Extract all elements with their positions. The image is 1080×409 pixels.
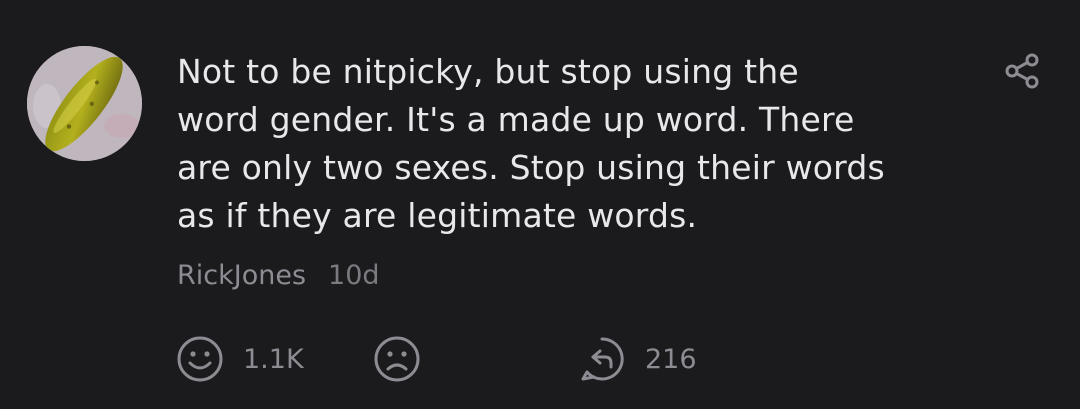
comment-body: Not to be nitpicky, but stop using the w… <box>177 48 977 240</box>
comment-line: Not to be nitpicky, but stop using the <box>177 52 799 91</box>
comment-meta: RickJones 10d <box>177 258 380 294</box>
dislike-button[interactable] <box>373 334 421 384</box>
avatar[interactable] <box>27 46 142 161</box>
timestamp: 10d <box>328 260 380 291</box>
frown-icon <box>373 335 421 383</box>
reply-icon <box>578 335 626 383</box>
pickle-avatar-icon <box>27 46 142 161</box>
share-button[interactable] <box>1004 52 1042 90</box>
reply-button[interactable]: 216 <box>578 334 697 384</box>
share-icon <box>1005 53 1039 89</box>
reply-count: 216 <box>645 343 697 375</box>
like-count: 1.1K <box>243 343 304 375</box>
comment-line: word gender. It's a made up word. There <box>177 100 855 139</box>
smile-icon <box>176 335 224 383</box>
author-name[interactable]: RickJones <box>177 260 306 291</box>
comment-line: as if they are legitimate words. <box>177 196 698 235</box>
like-button[interactable]: 1.1K <box>176 334 304 384</box>
comment-card: Not to be nitpicky, but stop using the w… <box>0 0 1080 409</box>
action-bar: 1.1K 216 <box>176 334 716 384</box>
comment-line: are only two sexes. Stop using their wor… <box>177 148 885 187</box>
